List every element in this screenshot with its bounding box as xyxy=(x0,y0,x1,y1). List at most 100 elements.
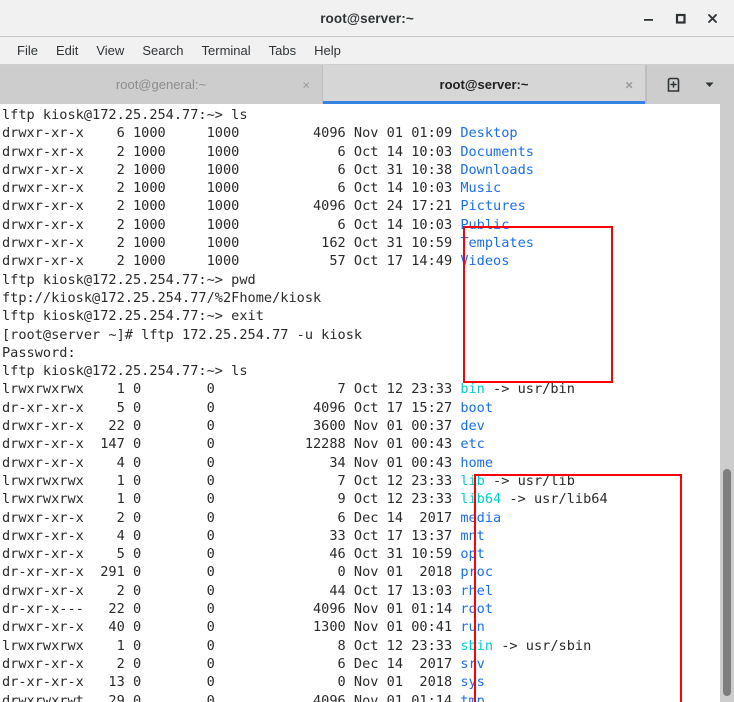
terminal-line-text: drwxr-xr-x 2 1000 1000 162 Oct 31 10:59 xyxy=(2,235,461,252)
terminal-file-name: mnt xyxy=(460,527,485,544)
terminal-line-text: drwxr-xr-x 2 1000 1000 6 Oct 14 10:03 xyxy=(2,143,461,160)
terminal-file-name: Pictures xyxy=(460,198,526,215)
terminal-line-text: drwxr-xr-x 2 1000 1000 6 Oct 14 10:03 xyxy=(2,180,461,197)
terminal-file-name: tmp xyxy=(460,692,485,702)
scrollbar-thumb[interactable] xyxy=(723,468,731,696)
terminal-line: drwxr-xr-x 2 1000 1000 6 Oct 14 10:03 Mu… xyxy=(2,179,720,197)
terminal-file-name: Desktop xyxy=(460,125,518,142)
terminal-file-name: media xyxy=(460,509,502,526)
terminal-line-text: drwxr-xr-x 6 1000 1000 4096 Nov 01 01:09 xyxy=(2,125,461,142)
terminal-line: lrwxrwxrwx 1 0 0 7 Oct 12 23:33 lib -> u… xyxy=(2,472,720,490)
terminal-link-target: -> usr/sbin xyxy=(493,637,592,654)
terminal-line: drwxr-xr-x 2 0 0 44 Oct 17 13:03 rhel xyxy=(2,582,720,600)
terminal-line: drwxr-xr-x 22 0 0 3600 Nov 01 00:37 dev xyxy=(2,417,720,435)
terminal-line: drwxr-xr-x 2 1000 1000 57 Oct 17 14:49 V… xyxy=(2,252,720,270)
terminal-line: dr-xr-xr-x 5 0 0 4096 Oct 17 15:27 boot xyxy=(2,399,720,417)
menu-tabs[interactable]: Tabs xyxy=(260,40,305,61)
terminal-output[interactable]: lftp kiosk@172.25.254.77:~> ls drwxr-xr-x… xyxy=(0,104,720,702)
terminal-line-text: drwxr-xr-x 2 0 0 44 Oct 17 13:03 xyxy=(2,582,461,599)
menu-search[interactable]: Search xyxy=(133,40,192,61)
tab-label: root@server:~ xyxy=(439,77,529,92)
terminal-file-name: boot xyxy=(460,399,494,416)
terminal-file-name: home xyxy=(460,454,494,471)
terminal-line-text: lrwxrwxrwx 1 0 0 9 Oct 12 23:33 xyxy=(2,491,461,508)
terminal-file-name: etc xyxy=(460,436,485,453)
close-button[interactable] xyxy=(696,3,728,33)
terminal-file-name: Public xyxy=(460,216,510,233)
terminal-line: drwxr-xr-x 4 0 0 33 Oct 17 13:37 mnt xyxy=(2,527,720,545)
terminal-viewport[interactable]: lftp kiosk@172.25.254.77:~> ls drwxr-xr-x… xyxy=(0,104,734,702)
terminal-file-name: lib xyxy=(460,472,485,489)
terminal-line-text: drwxrwxrwt 29 0 0 4096 Nov 01 01:14 xyxy=(2,692,461,702)
terminal-line-text: drwxr-xr-x 2 1000 1000 57 Oct 17 14:49 xyxy=(2,253,461,270)
terminal-file-name: Music xyxy=(460,180,502,197)
terminal-line-text: drwxr-xr-x 147 0 0 12288 Nov 01 00:43 xyxy=(2,436,461,453)
terminal-line: drwxr-xr-x 6 1000 1000 4096 Nov 01 01:09… xyxy=(2,124,720,142)
terminal-line: lftp kiosk@172.25.254.77:~> ls xyxy=(2,106,720,124)
terminal-scrollbar[interactable] xyxy=(720,104,734,702)
terminal-line: lrwxrwxrwx 1 0 0 7 Oct 12 23:33 bin -> u… xyxy=(2,380,720,398)
terminal-line: drwxr-xr-x 4 0 0 34 Nov 01 00:43 home xyxy=(2,454,720,472)
terminal-line-text: drwxr-xr-x 4 0 0 34 Nov 01 00:43 xyxy=(2,454,461,471)
title-bar: root@server:~ xyxy=(0,0,734,37)
tab-root-server[interactable]: root@server:~ × xyxy=(323,65,646,104)
terminal-line: drwxr-xr-x 2 0 0 6 Dec 14 2017 media xyxy=(2,509,720,527)
terminal-line-text: dr-xr-xr-x 13 0 0 0 Nov 01 2018 xyxy=(2,674,461,691)
terminal-line-text: lrwxrwxrwx 1 0 0 8 Oct 12 23:33 xyxy=(2,637,461,654)
terminal-line: lftp kiosk@172.25.254.77:~> pwd xyxy=(2,271,720,289)
terminal-line-text: drwxr-xr-x 2 0 0 6 Dec 14 2017 xyxy=(2,509,461,526)
terminal-line-text: drwxr-xr-x 5 0 0 46 Oct 31 10:59 xyxy=(2,546,461,563)
menu-view[interactable]: View xyxy=(87,40,133,61)
terminal-file-name: lib64 xyxy=(460,491,502,508)
terminal-line: lftp kiosk@172.25.254.77:~> exit xyxy=(2,307,720,325)
new-tab-icon[interactable] xyxy=(665,76,682,93)
terminal-line: dr-xr-x--- 22 0 0 4096 Nov 01 01:14 root xyxy=(2,600,720,618)
terminal-line: lftp kiosk@172.25.254.77:~> ls xyxy=(2,362,720,380)
terminal-line-text: drwxr-xr-x 2 1000 1000 6 Oct 14 10:03 xyxy=(2,216,461,233)
terminal-link-target: -> usr/bin xyxy=(484,381,575,398)
terminal-line: drwxr-xr-x 2 1000 1000 162 Oct 31 10:59 … xyxy=(2,234,720,252)
terminal-line-text: dr-xr-x--- 22 0 0 4096 Nov 01 01:14 xyxy=(2,601,461,618)
terminal-file-name: proc xyxy=(460,564,494,581)
terminal-file-name: dev xyxy=(460,418,485,435)
terminal-line: drwxr-xr-x 5 0 0 46 Oct 31 10:59 opt xyxy=(2,545,720,563)
terminal-line: lrwxrwxrwx 1 0 0 9 Oct 12 23:33 lib64 ->… xyxy=(2,490,720,508)
terminal-link-target: -> usr/lib64 xyxy=(501,491,608,508)
terminal-line: drwxr-xr-x 40 0 0 1300 Nov 01 00:41 run xyxy=(2,618,720,636)
tab-close-icon[interactable]: × xyxy=(302,78,310,91)
terminal-window: root@server:~ File Edit View Search Term… xyxy=(0,0,734,702)
terminal-file-name: run xyxy=(460,619,485,636)
menu-terminal[interactable]: Terminal xyxy=(193,40,260,61)
terminal-line: Password: xyxy=(2,344,720,362)
tab-bar: root@general:~ × root@server:~ × xyxy=(0,65,734,104)
minimize-button[interactable] xyxy=(632,3,664,33)
chevron-down-icon[interactable] xyxy=(703,78,716,91)
tab-root-general[interactable]: root@general:~ × xyxy=(0,65,323,104)
window-controls xyxy=(632,3,734,33)
terminal-line: [root@server ~]# lftp 172.25.254.77 -u k… xyxy=(2,326,720,344)
tab-tools xyxy=(646,65,734,104)
terminal-line: drwxr-xr-x 2 1000 1000 4096 Oct 24 17:21… xyxy=(2,197,720,215)
maximize-button[interactable] xyxy=(664,3,696,33)
terminal-line-text: lftp kiosk@172.25.254.77:~> ls xyxy=(2,363,248,380)
terminal-line-text: [root@server ~]# lftp 172.25.254.77 -u k… xyxy=(2,326,363,343)
terminal-line: drwxr-xr-x 2 1000 1000 6 Oct 31 10:38 Do… xyxy=(2,161,720,179)
terminal-file-name: rhel xyxy=(460,582,494,599)
terminal-line: drwxrwxrwt 29 0 0 4096 Nov 01 01:14 tmp xyxy=(2,692,720,702)
terminal-line-text: drwxr-xr-x 2 1000 1000 6 Oct 31 10:38 xyxy=(2,161,461,178)
terminal-file-name: Downloads xyxy=(460,161,534,178)
tab-close-icon[interactable]: × xyxy=(625,78,633,91)
terminal-line: drwxr-xr-x 147 0 0 12288 Nov 01 00:43 et… xyxy=(2,435,720,453)
terminal-file-name: sbin xyxy=(460,637,494,654)
terminal-line: ftp://kiosk@172.25.254.77/%2Fhome/kiosk xyxy=(2,289,720,307)
menu-edit[interactable]: Edit xyxy=(47,40,87,61)
terminal-line-text: lftp kiosk@172.25.254.77:~> ls xyxy=(2,107,248,123)
window-title: root@server:~ xyxy=(320,10,414,26)
menu-help[interactable]: Help xyxy=(305,40,350,61)
menu-file[interactable]: File xyxy=(8,40,47,61)
terminal-line-text: lrwxrwxrwx 1 0 0 7 Oct 12 23:33 xyxy=(2,381,461,398)
terminal-line: lrwxrwxrwx 1 0 0 8 Oct 12 23:33 sbin -> … xyxy=(2,637,720,655)
terminal-line-text: lrwxrwxrwx 1 0 0 7 Oct 12 23:33 xyxy=(2,472,461,489)
terminal-file-name: Templates xyxy=(460,235,534,252)
terminal-line-text: drwxr-xr-x 2 0 0 6 Dec 14 2017 xyxy=(2,655,461,672)
